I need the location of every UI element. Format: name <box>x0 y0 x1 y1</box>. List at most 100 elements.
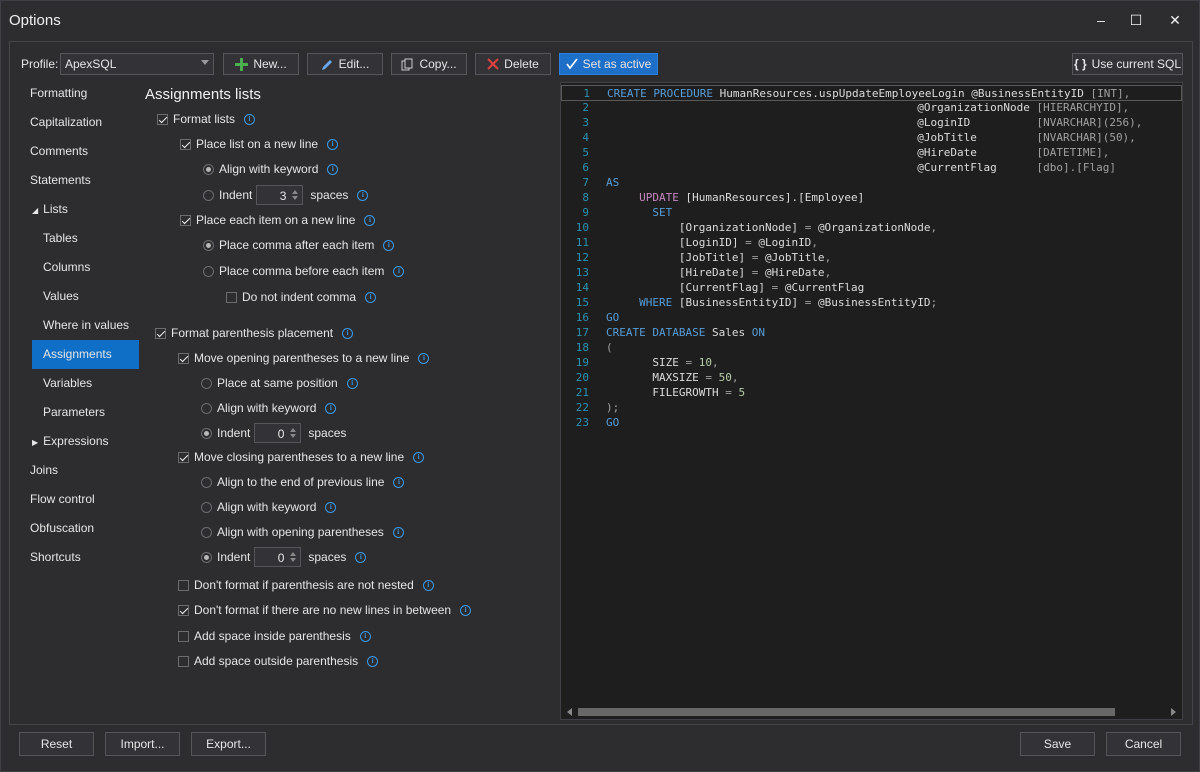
info-icon[interactable]: i <box>422 579 434 591</box>
info-icon[interactable]: i <box>393 476 405 488</box>
align-keyword-2-option[interactable]: Align with keyword i <box>201 399 337 417</box>
indent-2-option[interactable]: Indent 0 spaces <box>201 422 346 444</box>
sidebar-item-formatting[interactable]: Formatting <box>30 79 87 108</box>
info-icon[interactable]: i <box>346 377 358 389</box>
cancel-button[interactable]: Cancel <box>1106 732 1181 756</box>
place-same-pos-radio[interactable] <box>201 377 212 389</box>
close-button[interactable]: ✕ <box>1160 9 1190 31</box>
copy-profile-button[interactable]: Copy... <box>391 53 467 75</box>
comma-after-option[interactable]: Place comma after each item i <box>203 236 395 254</box>
spin-down-icon[interactable] <box>292 196 299 200</box>
info-icon[interactable]: i <box>365 291 377 303</box>
info-icon[interactable]: i <box>355 551 367 563</box>
info-icon[interactable]: i <box>342 327 354 339</box>
info-icon[interactable]: i <box>393 265 405 277</box>
scrollbar-thumb[interactable] <box>578 708 1115 716</box>
info-icon[interactable]: i <box>325 501 337 513</box>
no-indent-comma-option[interactable]: Do not indent comma i <box>226 288 377 306</box>
indent-2-radio[interactable] <box>201 427 212 439</box>
expander-icon[interactable]: ▶ <box>32 438 38 447</box>
sidebar-item-comments[interactable]: Comments <box>30 137 88 166</box>
sidebar-item-where-in-values[interactable]: Where in values <box>43 311 129 340</box>
add-space-outside-option[interactable]: Add space outside parenthesis i <box>178 652 379 670</box>
align-open-paren-option[interactable]: Align with opening parentheses i <box>201 523 404 541</box>
info-icon[interactable]: i <box>418 352 430 364</box>
set-as-active-button[interactable]: Set as active <box>559 53 658 75</box>
comma-before-radio[interactable] <box>203 265 214 277</box>
comma-after-radio[interactable] <box>203 239 214 251</box>
align-end-prev-radio[interactable] <box>201 476 212 488</box>
no-indent-comma-checkbox[interactable] <box>226 291 237 303</box>
spin-up-icon[interactable] <box>292 190 299 194</box>
dont-format-not-nested-option[interactable]: Don't format if parenthesis are not nest… <box>178 576 434 594</box>
dont-format-no-newlines-option[interactable]: Don't format if there are no new lines i… <box>178 601 472 619</box>
dont-format-no-newlines-checkbox[interactable] <box>178 604 189 616</box>
scroll-right-icon[interactable] <box>1171 708 1176 716</box>
dont-format-not-nested-checkbox[interactable] <box>178 579 189 591</box>
add-space-outside-checkbox[interactable] <box>178 655 189 667</box>
sidebar-item-parameters[interactable]: Parameters <box>43 398 105 427</box>
sidebar-item-assignments[interactable]: Assignments <box>43 340 112 369</box>
add-space-inside-option[interactable]: Add space inside parenthesis i <box>178 627 371 645</box>
indent-3-radio[interactable] <box>201 551 212 563</box>
reset-button[interactable]: Reset <box>19 732 94 756</box>
sidebar-item-tables[interactable]: Tables <box>43 224 78 253</box>
add-space-inside-checkbox[interactable] <box>178 630 189 642</box>
info-icon[interactable]: i <box>357 189 369 201</box>
new-profile-button[interactable]: New... <box>223 53 299 75</box>
indent-option[interactable]: Indent 3 spaces i <box>203 184 369 206</box>
format-paren-option[interactable]: Format parenthesis placement i <box>155 324 354 342</box>
sidebar-item-expressions[interactable]: ▶ Expressions <box>30 427 109 456</box>
align-with-keyword-option[interactable]: Align with keyword i <box>203 160 339 178</box>
place-list-new-line-option[interactable]: Place list on a new line i <box>180 135 339 153</box>
move-open-paren-checkbox[interactable] <box>178 352 189 364</box>
info-icon[interactable]: i <box>244 113 256 125</box>
align-open-paren-radio[interactable] <box>201 526 212 538</box>
import-button[interactable]: Import... <box>105 732 180 756</box>
scroll-left-icon[interactable] <box>567 708 572 716</box>
move-open-paren-option[interactable]: Move opening parentheses to a new line i <box>178 349 430 367</box>
info-icon[interactable]: i <box>327 138 339 150</box>
expander-icon[interactable]: ◢ <box>32 206 38 215</box>
align-end-prev-option[interactable]: Align to the end of previous line i <box>201 473 405 491</box>
sidebar-item-columns[interactable]: Columns <box>43 253 90 282</box>
sql-preview-editor[interactable]: 1 CREATE PROCEDURE HumanResources.uspUpda… <box>560 82 1183 720</box>
info-icon[interactable]: i <box>359 630 371 642</box>
delete-profile-button[interactable]: Delete <box>475 53 551 75</box>
info-icon[interactable]: i <box>367 655 379 667</box>
save-button[interactable]: Save <box>1020 732 1095 756</box>
indent-3-option[interactable]: Indent 0 spaces i <box>201 546 367 568</box>
sidebar-item-shortcuts[interactable]: Shortcuts <box>30 543 81 572</box>
maximize-button[interactable]: ☐ <box>1121 9 1151 31</box>
minimize-button[interactable]: – <box>1086 9 1116 31</box>
info-icon[interactable]: i <box>325 402 337 414</box>
sidebar-item-obfuscation[interactable]: Obfuscation <box>30 514 94 543</box>
place-list-new-line-checkbox[interactable] <box>180 138 191 150</box>
use-current-sql-button[interactable]: { } Use current SQL <box>1072 53 1183 75</box>
indent-radio[interactable] <box>203 189 214 201</box>
comma-before-option[interactable]: Place comma before each item i <box>203 262 405 280</box>
spin-up-icon[interactable] <box>290 552 297 556</box>
align-with-keyword-radio[interactable] <box>203 163 214 175</box>
format-lists-option[interactable]: Format lists i <box>157 110 256 128</box>
info-icon[interactable]: i <box>392 526 404 538</box>
info-icon[interactable]: i <box>460 604 472 616</box>
info-icon[interactable]: i <box>413 451 425 463</box>
info-icon[interactable]: i <box>327 163 339 175</box>
sidebar-item-capitalization[interactable]: Capitalization <box>30 108 102 137</box>
align-keyword-3-option[interactable]: Align with keyword i <box>201 498 337 516</box>
spin-down-icon[interactable] <box>290 434 297 438</box>
format-lists-checkbox[interactable] <box>157 113 168 125</box>
indent-2-stepper[interactable]: 0 <box>254 423 302 443</box>
format-paren-checkbox[interactable] <box>155 327 166 339</box>
sidebar-item-flow-control[interactable]: Flow control <box>30 485 95 514</box>
info-icon[interactable]: i <box>383 239 395 251</box>
sidebar-item-variables[interactable]: Variables <box>43 369 92 398</box>
align-keyword-3-radio[interactable] <box>201 501 212 513</box>
sidebar-item-lists[interactable]: ◢ Lists <box>30 195 68 224</box>
spin-down-icon[interactable] <box>290 558 297 562</box>
sidebar-item-joins[interactable]: Joins <box>30 456 58 485</box>
indent-stepper[interactable]: 3 <box>256 185 304 205</box>
edit-profile-button[interactable]: Edit... <box>307 53 383 75</box>
place-same-pos-option[interactable]: Place at same position i <box>201 374 358 392</box>
